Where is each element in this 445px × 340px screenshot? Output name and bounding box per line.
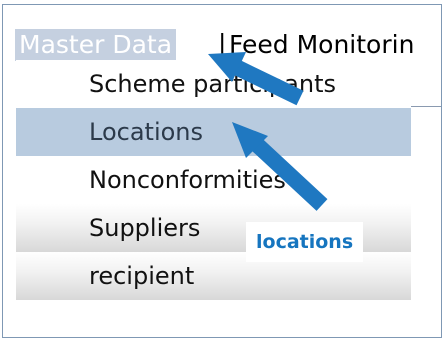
menu-item-nonconformities[interactable]: Nonconformities [16,156,411,204]
menu-item-scheme-participants[interactable]: Scheme participants [16,60,411,108]
menu-bar: Master Data | Feed Monitorin [3,5,441,61]
menu-master-data[interactable]: Master Data [15,29,177,61]
menu-window: Master Data | Feed Monitorin Scheme part… [2,4,442,338]
menu-feed-monitoring[interactable]: Feed Monitorin [229,29,414,61]
submenu-connector-line [411,106,441,107]
menu-separator: | [218,29,227,58]
annotation-callout: locations [246,222,364,262]
master-data-dropdown: Scheme participants Locations Nonconform… [16,60,411,337]
menu-item-locations[interactable]: Locations [16,108,411,156]
